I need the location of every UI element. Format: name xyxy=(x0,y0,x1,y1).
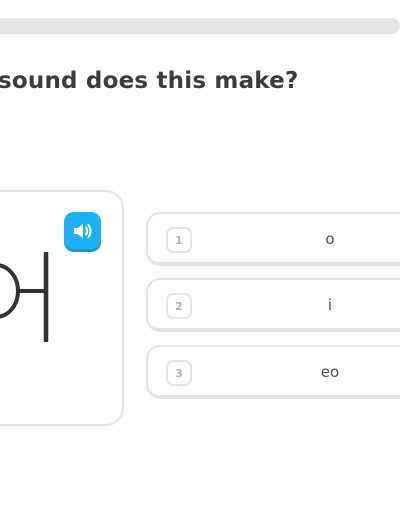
answer-option-3[interactable]: 3 eo xyxy=(146,345,400,399)
character-card: 어 xyxy=(0,190,124,426)
option-number: 1 xyxy=(166,227,192,253)
option-number: 2 xyxy=(166,293,192,319)
speaker-icon xyxy=(73,223,91,238)
option-number: 3 xyxy=(166,360,192,386)
option-label: eo xyxy=(320,363,340,381)
progress-bar xyxy=(0,18,400,34)
option-label: i xyxy=(327,296,333,314)
play-audio-button[interactable] xyxy=(64,212,101,249)
answer-option-2[interactable]: 2 i xyxy=(146,278,400,332)
answer-option-1[interactable]: 1 o xyxy=(146,212,400,266)
option-label: o xyxy=(325,230,335,248)
question-title: sound does this make? xyxy=(0,68,299,94)
character-glyph: 어 xyxy=(0,252,49,342)
